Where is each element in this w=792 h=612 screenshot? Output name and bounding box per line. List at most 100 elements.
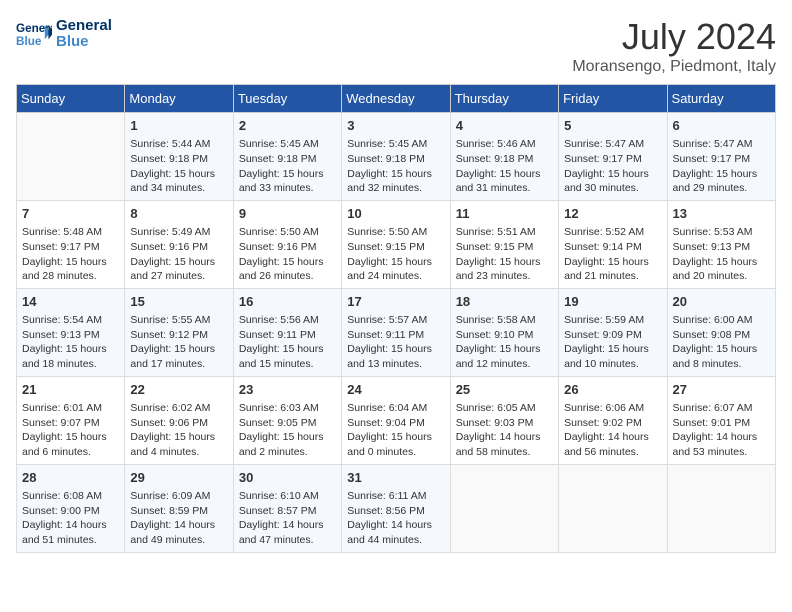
day-info: Sunrise: 6:02 AMSunset: 9:06 PMDaylight:… [130, 401, 227, 460]
day-info: Sunrise: 5:52 AMSunset: 9:14 PMDaylight:… [564, 225, 661, 284]
day-cell: 7 Sunrise: 5:48 AMSunset: 9:17 PMDaylight… [17, 200, 125, 288]
day-cell: 29Sunrise: 6:09 AMSunset: 8:59 PMDayligh… [125, 464, 233, 552]
day-cell: 8Sunrise: 5:49 AMSunset: 9:16 PMDaylight… [125, 200, 233, 288]
day-number: 13 [673, 205, 770, 223]
day-number: 9 [239, 205, 336, 223]
day-cell: 3 Sunrise: 5:45 AMSunset: 9:18 PMDaylight… [342, 113, 450, 201]
day-info: Sunrise: 5:47 AMSunset: 9:17 PMDaylight:… [673, 137, 770, 196]
weekday-header-row: SundayMondayTuesdayWednesdayThursdayFrid… [17, 85, 776, 113]
day-info: Sunrise: 6:04 AMSunset: 9:04 PMDaylight:… [347, 401, 444, 460]
day-cell: 28 Sunrise: 6:08 AMSunset: 9:00 PMDayligh… [17, 464, 125, 552]
day-cell: 31Sunrise: 6:11 AMSunset: 8:56 PMDayligh… [342, 464, 450, 552]
day-info: Sunrise: 5:59 AMSunset: 9:09 PMDaylight:… [564, 313, 661, 372]
day-number: 1 [130, 117, 227, 135]
week-row-1: 1 Sunrise: 5:44 AMSunset: 9:18 PMDaylight… [17, 113, 776, 201]
day-number: 4 [456, 117, 553, 135]
day-cell [17, 113, 125, 201]
day-cell: 18Sunrise: 5:58 AMSunset: 9:10 PMDayligh… [450, 288, 558, 376]
day-number: 27 [673, 381, 770, 399]
day-number: 24 [347, 381, 444, 399]
day-cell: 5 Sunrise: 5:47 AMSunset: 9:17 PMDaylight… [559, 113, 667, 201]
day-number: 29 [130, 469, 227, 487]
day-info: Sunrise: 6:11 AMSunset: 8:56 PMDaylight:… [347, 489, 444, 548]
day-cell: 13Sunrise: 5:53 AMSunset: 9:13 PMDayligh… [667, 200, 775, 288]
day-number: 5 [564, 117, 661, 135]
logo-line1: General [56, 18, 112, 35]
day-cell [559, 464, 667, 552]
day-info: Sunrise: 5:50 AMSunset: 9:16 PMDaylight:… [239, 225, 336, 284]
week-row-3: 14Sunrise: 5:54 AMSunset: 9:13 PMDayligh… [17, 288, 776, 376]
month-title: July 2024 [572, 16, 776, 58]
day-info: Sunrise: 5:48 AMSunset: 9:17 PMDaylight:… [22, 225, 119, 284]
day-info: Sunrise: 5:44 AMSunset: 9:18 PMDaylight:… [130, 137, 227, 196]
weekday-header-saturday: Saturday [667, 85, 775, 113]
day-cell: 15 Sunrise: 5:55 AMSunset: 9:12 PMDayligh… [125, 288, 233, 376]
day-cell: 11 Sunrise: 5:51 AMSunset: 9:15 PMDayligh… [450, 200, 558, 288]
weekday-header-tuesday: Tuesday [233, 85, 341, 113]
day-cell: 23 Sunrise: 6:03 AMSunset: 9:05 PMDayligh… [233, 376, 341, 464]
day-number: 30 [239, 469, 336, 487]
day-info: Sunrise: 6:03 AMSunset: 9:05 PMDaylight:… [239, 401, 336, 460]
day-cell: 24 Sunrise: 6:04 AMSunset: 9:04 PMDayligh… [342, 376, 450, 464]
day-info: Sunrise: 6:06 AMSunset: 9:02 PMDaylight:… [564, 401, 661, 460]
day-info: Sunrise: 5:45 AMSunset: 9:18 PMDaylight:… [347, 137, 444, 196]
day-cell: 9 Sunrise: 5:50 AMSunset: 9:16 PMDaylight… [233, 200, 341, 288]
weekday-header-friday: Friday [559, 85, 667, 113]
day-cell: 21Sunrise: 6:01 AMSunset: 9:07 PMDayligh… [17, 376, 125, 464]
day-number: 8 [130, 205, 227, 223]
day-info: Sunrise: 6:08 AMSunset: 9:00 PMDaylight:… [22, 489, 119, 548]
day-cell: 25Sunrise: 6:05 AMSunset: 9:03 PMDayligh… [450, 376, 558, 464]
day-cell [450, 464, 558, 552]
logo-icon: General Blue [16, 16, 52, 52]
day-cell: 26 Sunrise: 6:06 AMSunset: 9:02 PMDayligh… [559, 376, 667, 464]
location-title: Moransengo, Piedmont, Italy [572, 58, 776, 76]
weekday-header-monday: Monday [125, 85, 233, 113]
day-cell: 30Sunrise: 6:10 AMSunset: 8:57 PMDayligh… [233, 464, 341, 552]
logo: General Blue General Blue [16, 16, 112, 52]
day-number: 15 [130, 293, 227, 311]
day-number: 25 [456, 381, 553, 399]
day-info: Sunrise: 5:57 AMSunset: 9:11 PMDaylight:… [347, 313, 444, 372]
day-cell: 4 Sunrise: 5:46 AMSunset: 9:18 PMDaylight… [450, 113, 558, 201]
title-block: July 2024 Moransengo, Piedmont, Italy [572, 16, 776, 76]
day-number: 12 [564, 205, 661, 223]
day-number: 14 [22, 293, 119, 311]
day-cell [667, 464, 775, 552]
weekday-header-thursday: Thursday [450, 85, 558, 113]
day-number: 18 [456, 293, 553, 311]
day-number: 22 [130, 381, 227, 399]
day-cell: 2 Sunrise: 5:45 AMSunset: 9:18 PMDaylight… [233, 113, 341, 201]
day-cell: 17Sunrise: 5:57 AMSunset: 9:11 PMDayligh… [342, 288, 450, 376]
day-number: 19 [564, 293, 661, 311]
day-number: 2 [239, 117, 336, 135]
day-number: 23 [239, 381, 336, 399]
day-cell: 1 Sunrise: 5:44 AMSunset: 9:18 PMDaylight… [125, 113, 233, 201]
day-number: 10 [347, 205, 444, 223]
day-number: 26 [564, 381, 661, 399]
day-info: Sunrise: 5:55 AMSunset: 9:12 PMDaylight:… [130, 313, 227, 372]
day-info: Sunrise: 5:50 AMSunset: 9:15 PMDaylight:… [347, 225, 444, 284]
weekday-header-sunday: Sunday [17, 85, 125, 113]
day-info: Sunrise: 5:51 AMSunset: 9:15 PMDaylight:… [456, 225, 553, 284]
day-cell: 14Sunrise: 5:54 AMSunset: 9:13 PMDayligh… [17, 288, 125, 376]
day-info: Sunrise: 6:00 AMSunset: 9:08 PMDaylight:… [673, 313, 770, 372]
day-info: Sunrise: 5:47 AMSunset: 9:17 PMDaylight:… [564, 137, 661, 196]
day-number: 7 [22, 205, 119, 223]
day-info: Sunrise: 5:46 AMSunset: 9:18 PMDaylight:… [456, 137, 553, 196]
day-info: Sunrise: 6:01 AMSunset: 9:07 PMDaylight:… [22, 401, 119, 460]
day-number: 6 [673, 117, 770, 135]
day-number: 16 [239, 293, 336, 311]
day-cell: 22 Sunrise: 6:02 AMSunset: 9:06 PMDayligh… [125, 376, 233, 464]
calendar-table: SundayMondayTuesdayWednesdayThursdayFrid… [16, 84, 776, 553]
day-number: 11 [456, 205, 553, 223]
day-cell: 27 Sunrise: 6:07 AMSunset: 9:01 PMDayligh… [667, 376, 775, 464]
week-row-5: 28 Sunrise: 6:08 AMSunset: 9:00 PMDayligh… [17, 464, 776, 552]
day-info: Sunrise: 5:45 AMSunset: 9:18 PMDaylight:… [239, 137, 336, 196]
week-row-4: 21Sunrise: 6:01 AMSunset: 9:07 PMDayligh… [17, 376, 776, 464]
day-cell: 10 Sunrise: 5:50 AMSunset: 9:15 PMDayligh… [342, 200, 450, 288]
week-row-2: 7 Sunrise: 5:48 AMSunset: 9:17 PMDaylight… [17, 200, 776, 288]
day-info: Sunrise: 5:56 AMSunset: 9:11 PMDaylight:… [239, 313, 336, 372]
day-number: 28 [22, 469, 119, 487]
day-info: Sunrise: 6:07 AMSunset: 9:01 PMDaylight:… [673, 401, 770, 460]
day-number: 3 [347, 117, 444, 135]
